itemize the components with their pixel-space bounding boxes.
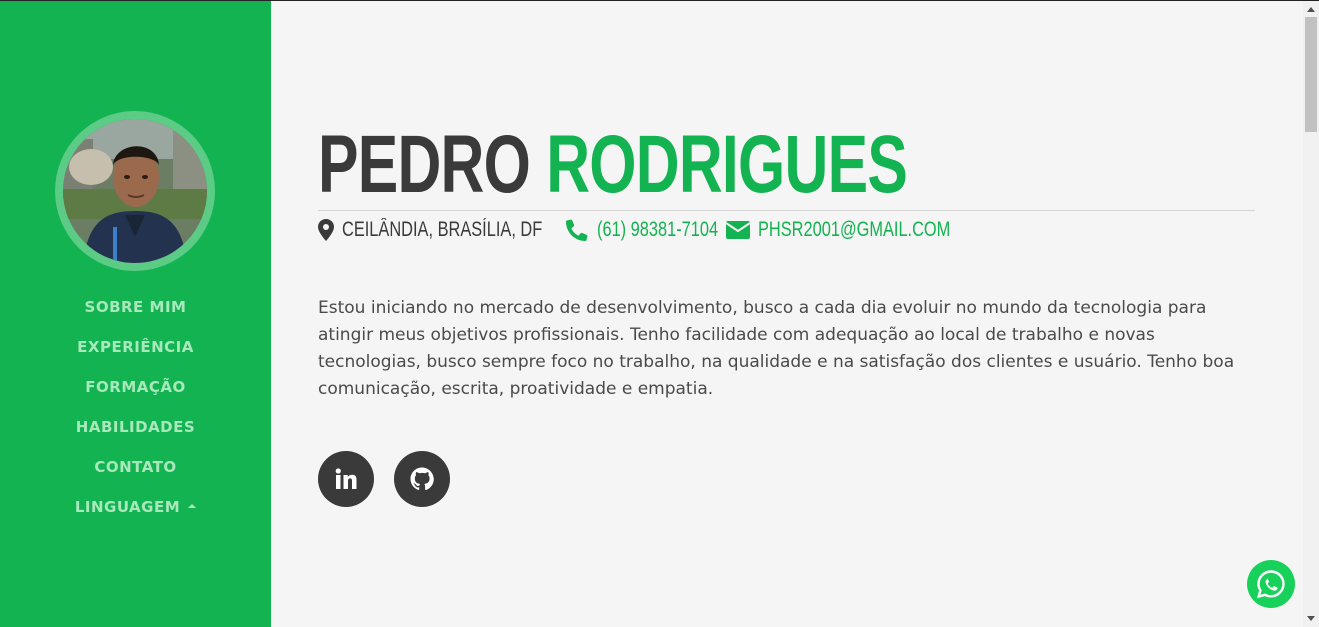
nav-item-habilidades[interactable]: HABILIDADES xyxy=(0,414,271,454)
email-text: PHSR2001@GMAIL.COM xyxy=(758,218,951,241)
first-name: PEDRO xyxy=(318,119,531,210)
contact-info: CEILÂNDIA, BRASÍLIA, DF (61) 98381-7104 … xyxy=(318,215,1025,245)
nav-item-label: CONTATO xyxy=(94,458,177,476)
nav-item-contato[interactable]: CONTATO xyxy=(0,454,271,494)
github-button[interactable] xyxy=(394,451,450,507)
page-title: PEDRO RODRIGUES xyxy=(318,119,908,211)
last-name: RODRIGUES xyxy=(546,119,908,210)
scroll-up-arrow-icon[interactable] xyxy=(1307,7,1315,12)
linkedin-button[interactable] xyxy=(318,451,374,507)
linkedin-icon xyxy=(335,468,357,489)
header-divider xyxy=(318,210,1255,211)
nav-item-label: LINGUAGEM xyxy=(74,498,181,516)
phone-icon xyxy=(565,219,588,241)
github-icon xyxy=(410,467,434,491)
nav-item-label: FORMAÇÃO xyxy=(85,378,186,396)
email-item[interactable]: PHSR2001@GMAIL.COM xyxy=(726,218,1005,242)
profile-avatar xyxy=(63,119,207,263)
main-content: PEDRO RODRIGUES CEILÂNDIA, BRASÍLIA, DF … xyxy=(271,1,1303,627)
nav-item-label: EXPERIÊNCIA xyxy=(77,338,194,356)
whatsapp-float-button[interactable] xyxy=(1247,560,1295,608)
sidebar: SOBRE MIM EXPERIÊNCIA FORMAÇÃO HABILIDAD… xyxy=(0,1,271,627)
nav-item-experiencia[interactable]: EXPERIÊNCIA xyxy=(0,334,271,374)
location-item: CEILÂNDIA, BRASÍLIA, DF xyxy=(318,218,599,242)
scroll-down-arrow-icon[interactable] xyxy=(1307,616,1315,621)
nav-item-label: SOBRE MIM xyxy=(84,298,187,316)
map-marker-icon xyxy=(318,219,334,241)
profile-avatar-ring xyxy=(55,111,215,271)
sidebar-nav: SOBRE MIM EXPERIÊNCIA FORMAÇÃO HABILIDAD… xyxy=(0,294,271,534)
phone-text: (61) 98381-7104 xyxy=(596,218,718,241)
whatsapp-icon xyxy=(1256,570,1285,599)
page-scrollbar[interactable] xyxy=(1303,1,1319,627)
phone-item[interactable]: (61) 98381-7104 xyxy=(565,218,752,242)
nav-item-label: HABILIDADES xyxy=(75,418,196,436)
nav-item-sobre-mim[interactable]: SOBRE MIM xyxy=(0,294,271,334)
social-links xyxy=(318,451,470,507)
envelope-icon xyxy=(726,221,751,239)
scrollbar-thumb[interactable] xyxy=(1305,17,1317,132)
location-text: CEILÂNDIA, BRASÍLIA, DF xyxy=(342,218,543,241)
nav-item-linguagem-dropdown[interactable]: LINGUAGEM xyxy=(0,494,271,534)
caret-up-icon xyxy=(188,503,197,508)
nav-item-formacao[interactable]: FORMAÇÃO xyxy=(0,374,271,414)
about-text: Estou iniciando no mercado de desenvolvi… xyxy=(318,298,1235,399)
